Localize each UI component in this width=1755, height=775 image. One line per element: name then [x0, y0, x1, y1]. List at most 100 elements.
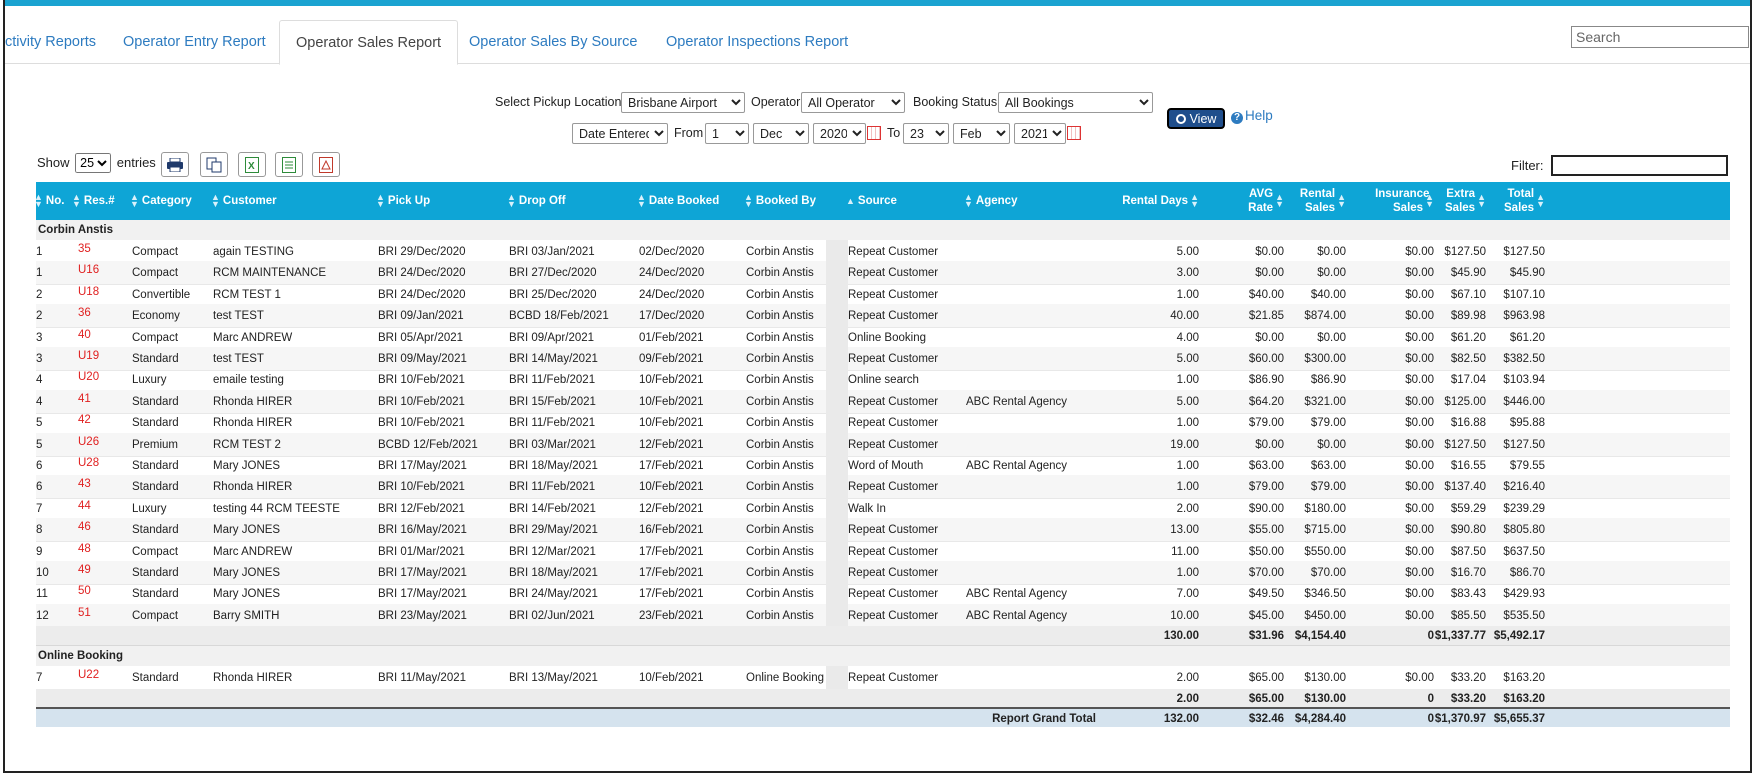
help-link[interactable]: ? Help — [1231, 108, 1273, 124]
from-calendar-icon[interactable] — [867, 126, 881, 140]
reservation-link[interactable]: 46 — [78, 518, 133, 542]
tab-operator-entry-report[interactable]: Operator Entry Report — [123, 20, 266, 64]
from-day-select[interactable]: 1 — [705, 123, 749, 144]
column-header-category[interactable]: ▲ ▼ Category — [130, 182, 210, 220]
table-row[interactable]: 6 43 Standard Rhonda HIRER BRI 10/Feb/2021 BR… — [36, 475, 1730, 500]
cell-date-booked: 17/Feb/2021 — [639, 567, 704, 579]
column-header-insurance-sales[interactable]: Insurance Sales ▲ ▼ — [1346, 182, 1434, 220]
cell-total-sales: $95.88 — [1509, 417, 1545, 430]
cell-extra-sales: $61.20 — [1450, 331, 1486, 344]
excel-export-button[interactable]: X — [238, 152, 266, 177]
tab-operator-sales-report[interactable]: Operator Sales Report — [279, 20, 459, 65]
reservation-link[interactable]: U22 — [78, 666, 133, 690]
copy-button[interactable] — [200, 152, 228, 177]
reservation-link[interactable]: 48 — [78, 540, 133, 564]
table-row[interactable]: 9 48 Compact Marc ANDREW BRI 01/Mar/2021 BRI … — [36, 539, 1730, 564]
tab-operator-inspections-report[interactable]: Operator Inspections Report — [666, 20, 848, 64]
reservation-link[interactable]: 36 — [78, 304, 133, 328]
reservation-link[interactable]: U20 — [78, 368, 133, 392]
entries-select[interactable]: 25 — [75, 153, 112, 173]
column-header-res[interactable]: ▲ ▼ Res.# — [72, 182, 127, 220]
tab-operator-sales-by-source[interactable]: Operator Sales By Source — [469, 20, 637, 64]
reservation-link[interactable]: 42 — [78, 411, 133, 435]
group-header: Online Booking — [36, 646, 1730, 667]
view-button[interactable]: View — [1167, 108, 1225, 129]
table-row[interactable]: 12 51 Compact Barry SMITH BRI 23/May/2021 BRI… — [36, 603, 1730, 628]
column-header-drop-off[interactable]: ▲ ▼ Drop Off — [507, 182, 637, 220]
from-year-select[interactable]: 2020 — [813, 123, 866, 144]
table-row[interactable]: 1 35 Compact again TESTING BRI 29/Dec/2020 BR… — [36, 240, 1730, 264]
cell-avg-rate: $79.00 — [1248, 417, 1284, 430]
cell-no: 7 — [36, 502, 43, 515]
column-header-booked-by[interactable]: ▲ ▼ Booked By — [744, 182, 844, 220]
cell-customer: test TEST — [213, 310, 264, 323]
reservation-link[interactable]: U18 — [78, 283, 133, 307]
reservation-link[interactable]: 49 — [78, 561, 133, 585]
table-row[interactable]: 7 U22 Standard Rhonda HIRER BRI 11/May/2021 B… — [36, 666, 1730, 691]
to-calendar-icon[interactable] — [1067, 126, 1081, 140]
table-row[interactable]: 2 36 Economy test TEST BRI 09/Jan/2021 BCBD 1… — [36, 304, 1730, 329]
table-row[interactable]: 2 U18 Convertible RCM TEST 1 BRI 24/Dec/2020… — [36, 282, 1730, 307]
reservation-link[interactable]: U16 — [78, 261, 133, 285]
table-row[interactable]: 4 U20 Luxury emaile testing BRI 10/Feb/2021 B… — [36, 368, 1730, 393]
column-header-customer[interactable]: ▲ ▼ Customer — [211, 182, 376, 220]
table-row[interactable]: 11 50 Standard Mary JONES BRI 17/May/2021 BRI… — [36, 582, 1730, 607]
cell-agency: ABC Rental Agency — [966, 460, 1068, 472]
table-row[interactable]: 5 42 Standard Rhonda HIRER BRI 10/Feb/2021 BR… — [36, 411, 1730, 436]
date-type-select[interactable]: Date Entered — [572, 123, 668, 144]
reservation-link[interactable]: U19 — [78, 347, 133, 371]
reservation-link[interactable]: 43 — [78, 475, 133, 499]
cell-rental-days: 2.00 — [1176, 502, 1199, 515]
reservation-link[interactable]: U28 — [78, 454, 133, 478]
reservation-link[interactable]: 51 — [78, 604, 133, 628]
table-row[interactable]: 4 41 Standard Rhonda HIRER BRI 10/Feb/2021 BR… — [36, 389, 1730, 414]
table-row[interactable]: 10 49 Standard Mary JONES BRI 17/May/2021 BRI… — [36, 561, 1730, 585]
operator-select[interactable]: All Operator — [801, 92, 905, 113]
booking-status-select[interactable]: All Bookings — [998, 92, 1153, 113]
cell-extra-sales: $85.50 — [1450, 609, 1486, 622]
column-header-pick-up[interactable]: ▲ ▼ Pick Up — [376, 182, 506, 220]
search-input[interactable] — [1571, 26, 1749, 48]
cell-rental-days: 7.00 — [1176, 588, 1199, 601]
table-row[interactable]: 8 46 Standard Mary JONES BRI 16/May/2021 BRI … — [36, 518, 1730, 543]
from-month-select[interactable]: Dec — [753, 123, 809, 144]
csv-export-button[interactable] — [275, 152, 303, 177]
column-header-extra-sales[interactable]: Extra Sales ▲ ▼ — [1434, 182, 1486, 220]
column-header-rental-days[interactable]: Rental Days ▲ ▼ — [1098, 182, 1199, 220]
cell-agency — [966, 368, 1096, 392]
cell-date-booked: 10/Feb/2021 — [639, 481, 704, 494]
to-year-select[interactable]: 2021 — [1014, 123, 1066, 144]
print-button[interactable] — [161, 152, 189, 177]
column-header-agency[interactable]: ▲ ▼ Agency — [964, 182, 1094, 220]
table-row[interactable]: 1 U16 Compact RCM MAINTENANCE BRI 24/Dec/202… — [36, 261, 1730, 286]
to-day-select[interactable]: 23 — [903, 123, 949, 144]
column-header-source[interactable]: ▲ Source — [846, 182, 964, 220]
cell-rental-sales: $450.00 — [1304, 609, 1346, 622]
reservation-link[interactable]: 44 — [78, 497, 133, 521]
pickup-location-select[interactable]: Brisbane Airport — [621, 92, 745, 113]
table-row[interactable]: 3 U19 Standard test TEST BRI 09/May/2021 BRI … — [36, 347, 1730, 371]
reservation-link[interactable]: 50 — [78, 582, 133, 606]
filter-input[interactable] — [1551, 155, 1728, 176]
table-row[interactable]: 3 40 Compact Marc ANDREW BRI 05/Apr/2021 BRI … — [36, 325, 1730, 350]
to-month-select[interactable]: Feb — [953, 123, 1010, 144]
table-row[interactable]: 6 U28 Standard Mary JONES BRI 17/May/2021 BRI… — [36, 454, 1730, 478]
column-header-no[interactable]: ▲ ▼ No. — [34, 182, 74, 220]
cell-insurance-sales: $0.00 — [1405, 438, 1434, 451]
cell-rental-days: 40.00 — [1170, 310, 1199, 323]
reservation-link[interactable]: 40 — [78, 326, 133, 350]
column-header-avg-rate[interactable]: AVG Rate ▲ ▼ — [1199, 182, 1284, 220]
reservation-link[interactable]: U26 — [78, 433, 133, 457]
pdf-export-button[interactable] — [312, 152, 340, 177]
table-row[interactable]: 5 U26 Premium RCM TEST 2 BCBD 12/Feb/2021 BRI… — [36, 432, 1730, 457]
tab-activity-reports[interactable]: ctivity Reports — [5, 20, 96, 64]
column-header-date-booked[interactable]: ▲ ▼ Date Booked — [637, 182, 744, 220]
reservation-link[interactable]: 35 — [78, 240, 133, 264]
reservation-link[interactable]: 41 — [78, 390, 133, 414]
table-row[interactable]: 7 44 Luxury testing 44 RCM TEESTE BRI 12/Feb… — [36, 496, 1730, 521]
column-header-total-sales[interactable]: Total Sales ▲ ▼ — [1486, 182, 1545, 220]
cell-no: 6 — [36, 481, 43, 494]
cell-extra-sales: $17.04 — [1450, 374, 1486, 387]
cell-source: Repeat Customer — [848, 545, 939, 558]
column-header-rental-sales[interactable]: Rental Sales ▲ ▼ — [1284, 182, 1346, 220]
